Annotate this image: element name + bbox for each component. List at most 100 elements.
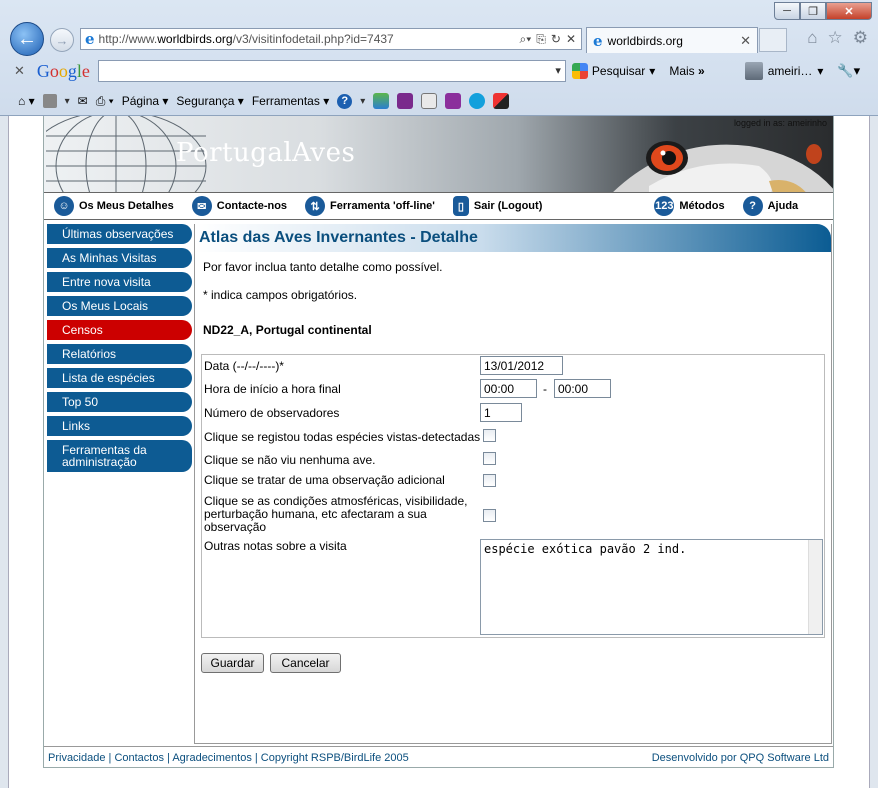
end-time-field[interactable] [554, 379, 611, 398]
sidebar-item-species-list[interactable]: Lista de espécies [47, 368, 192, 388]
url-domain: worldbirds.org [157, 32, 233, 46]
sidebar-item-my-sites[interactable]: Os Meus Locais [47, 296, 192, 316]
back-arrow-icon: ← [17, 27, 37, 50]
home-icon[interactable]: ⌂ [807, 28, 817, 48]
all-species-checkbox[interactable] [483, 429, 496, 442]
print-icon[interactable]: ⎙ ▾ [96, 94, 114, 109]
user-account-button[interactable]: ameiri… ▾ [744, 62, 823, 80]
notes-textarea[interactable]: espécie exótica pavão 2 ind. [480, 539, 823, 635]
k-addon-icon[interactable] [421, 93, 438, 109]
favorites-star-icon[interactable]: ☆ [828, 28, 843, 48]
additional-observation-label: Clique se tratar de uma observação adici… [204, 473, 445, 487]
conditions-checkbox[interactable] [483, 509, 496, 522]
sidebar-item-latest-observations[interactable]: Últimas observações [47, 224, 192, 244]
footer-credit[interactable]: Desenvolvido por QPQ Software Ltd [652, 752, 829, 764]
footer-links[interactable]: Privacidade | Contactos | Agradecimentos… [48, 752, 409, 764]
nav-methods[interactable]: 123 Métodos [654, 196, 725, 216]
stop-icon[interactable]: ✕ [566, 32, 576, 47]
required-note: * indica campos obrigatórios. [203, 288, 358, 302]
gear-icon[interactable]: ⚙ [853, 28, 868, 48]
save-button[interactable]: Guardar [201, 653, 264, 673]
url-path: /v3/visitinfodetail.php?id=7437 [232, 32, 394, 46]
rss-icon[interactable] [42, 94, 57, 108]
sidebar-item-my-visits[interactable]: As Minhas Visitas [47, 248, 192, 268]
home-menu-icon[interactable]: ⌂ ▾ [18, 94, 35, 108]
nav-logout[interactable]: ▯ Sair (Logout) [452, 196, 542, 216]
site-banner: PortugalAves logged in as: ameirinho [44, 116, 833, 192]
sidebar: Últimas observações As Minhas Visitas En… [47, 224, 192, 476]
sidebar-item-new-visit[interactable]: Entre nova visita [47, 272, 192, 292]
back-button[interactable]: ← [10, 22, 44, 56]
address-bar[interactable]: e http://www.worldbirds.org/v3/visitinfo… [80, 28, 582, 50]
time-separator: - [543, 382, 547, 396]
methods-icon: 123 [654, 196, 675, 216]
ie-tab-icon: e [593, 31, 603, 50]
browser-chrome: ─ ❐ ✕ ← → e http://www.worldbirds.org/v3… [0, 0, 878, 116]
minimize-button[interactable]: ─ [774, 2, 800, 20]
tab-close-icon[interactable]: ✕ [740, 33, 751, 49]
onenote-icon[interactable] [397, 93, 414, 109]
url-prefix: http://www. [98, 32, 158, 46]
nav-contact[interactable]: ✉ Contacte-nos [191, 196, 287, 216]
notes-text: espécie exótica pavão 2 ind. [484, 542, 687, 556]
location-title: ND22_A, Portugal continental [203, 323, 372, 337]
google-search-button[interactable]: Pesquisar ▾ [571, 63, 655, 79]
date-label: Data (--/--/----)* [204, 359, 284, 373]
page-menu[interactable]: Página ▾ [122, 94, 169, 108]
offline-tool-icon: ⇅ [305, 196, 326, 216]
observers-field[interactable] [480, 403, 522, 422]
nav-offline-tool[interactable]: ⇅ Ferramenta 'off-line' [305, 196, 435, 216]
wrench-icon[interactable]: 🔧▾ [837, 63, 860, 79]
close-window-button[interactable]: ✕ [826, 2, 872, 20]
close-toolbar-icon[interactable]: ✕ [14, 63, 25, 79]
additional-observation-checkbox[interactable] [483, 474, 496, 487]
browser-tab[interactable]: e worldbirds.org ✕ [586, 27, 758, 53]
more-button[interactable]: Mais » [669, 64, 704, 78]
visit-form: Data (--/--/----)* Hora de início a hora… [201, 354, 825, 638]
tools-menu[interactable]: Ferramentas ▾ [252, 94, 329, 108]
more-arrows: » [698, 64, 705, 78]
sidebar-item-census[interactable]: Censos [47, 320, 192, 340]
user-avatar [744, 62, 763, 80]
skype-icon[interactable] [469, 93, 486, 109]
time-label: Hora de início a hora final [204, 382, 341, 396]
address-url[interactable]: http://www.worldbirds.org/v3/visitinfode… [99, 32, 520, 46]
new-tab-button[interactable] [759, 28, 787, 52]
mail-icon[interactable]: ✉ [78, 94, 88, 108]
security-menu-label: Segurança [176, 94, 235, 108]
refresh-icon[interactable]: ↻ [551, 32, 561, 47]
sidebar-item-links[interactable]: Links [47, 416, 192, 436]
cancel-button[interactable]: Cancelar [270, 653, 341, 673]
sidebar-item-top-50[interactable]: Top 50 [47, 392, 192, 412]
site-logo[interactable]: PortugalAves [176, 138, 355, 168]
search-button-label: Pesquisar [591, 64, 646, 78]
none-seen-checkbox[interactable] [483, 452, 496, 465]
page-title: Atlas das Aves Invernantes - Detalhe [195, 224, 831, 252]
nav-my-details[interactable]: ☺ Os Meus Detalhes [54, 196, 174, 216]
google-logo: Google [36, 60, 90, 81]
notes-scrollbar[interactable] [808, 540, 822, 634]
nav-help[interactable]: ? Ajuda [742, 196, 798, 216]
antivirus-icon[interactable] [493, 93, 510, 109]
search-icon[interactable]: ⌕▾ [520, 32, 532, 47]
page-menu-label: Página [121, 94, 160, 108]
ie-page-icon: e [85, 30, 95, 48]
user-name: ameiri… [767, 64, 813, 78]
messenger-icon[interactable] [373, 93, 390, 109]
start-time-field[interactable] [480, 379, 537, 398]
observers-label: Número de observadores [204, 406, 340, 420]
google-search-input[interactable] [97, 60, 566, 82]
compat-icon[interactable]: ⎘ [536, 32, 546, 47]
logged-in-status: logged in as: ameirinho [733, 118, 827, 128]
restore-button[interactable]: ❐ [800, 2, 826, 20]
help-icon[interactable]: ? [337, 93, 353, 109]
sidebar-item-admin-tools[interactable]: Ferramentas da administração [47, 440, 192, 472]
window-controls: ─ ❐ ✕ [774, 2, 872, 20]
date-field[interactable] [480, 356, 563, 375]
security-menu[interactable]: Segurança ▾ [176, 94, 243, 108]
sidebar-item-reports[interactable]: Relatórios [47, 344, 192, 364]
top-nav: ☺ Os Meus Detalhes ✉ Contacte-nos ⇅ Ferr… [44, 192, 833, 220]
onenote-send-icon[interactable] [445, 93, 462, 109]
forward-button[interactable]: → [50, 28, 74, 52]
nav-label: Ferramenta 'off-line' [330, 200, 435, 212]
